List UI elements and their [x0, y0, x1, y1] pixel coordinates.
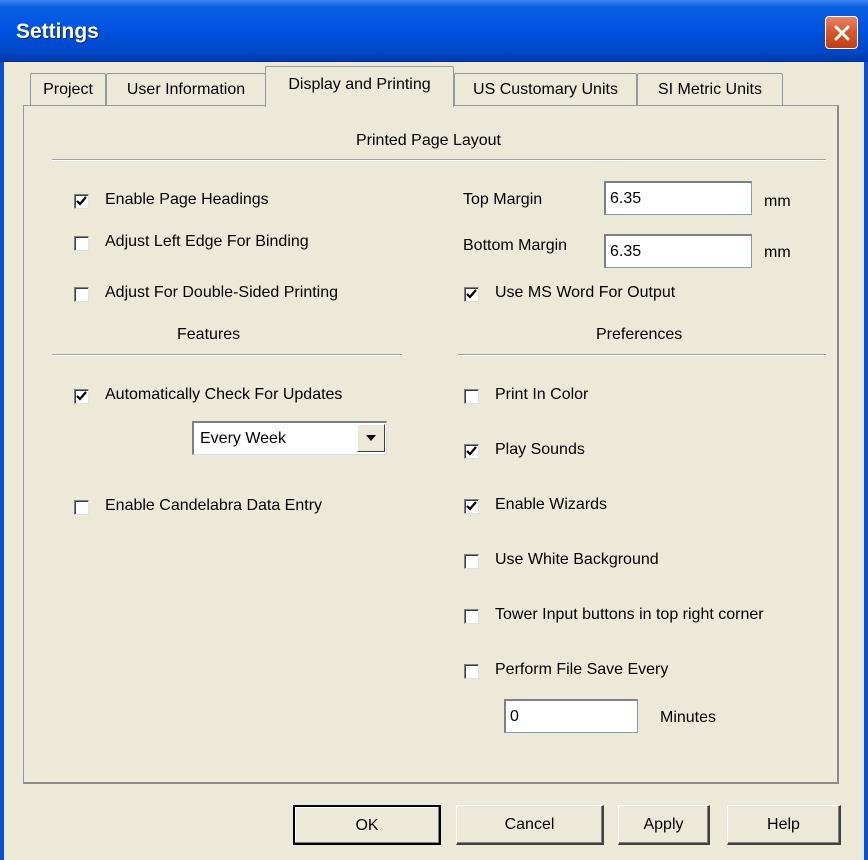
adjust-double-sided-checkbox[interactable] [74, 287, 89, 302]
play-sounds-label: Play Sounds [495, 441, 585, 458]
tab-user-information[interactable]: User Information [106, 73, 266, 106]
section-title-preferences: Preferences [596, 326, 683, 343]
tower-input-buttons-checkbox[interactable] [464, 609, 479, 624]
white-background-label: Use White Background [495, 551, 659, 568]
title-bar: Settings [0, 0, 868, 62]
cancel-button[interactable]: Cancel [456, 805, 604, 845]
window-frame-right [864, 62, 868, 860]
save-minutes-input[interactable]: 0 [504, 699, 638, 733]
dropdown-button[interactable] [357, 424, 385, 452]
check-mark-icon [466, 289, 477, 299]
separator [52, 354, 402, 356]
tab-us-customary-units[interactable]: US Customary Units [454, 73, 637, 106]
tab-label: User Information [126, 81, 246, 98]
tab-label: Project [43, 81, 93, 98]
tab-label: Display and Printing [288, 76, 431, 93]
top-margin-unit: mm [764, 193, 791, 210]
candelabra-entry-label: Enable Candelabra Data Entry [105, 497, 323, 514]
enable-page-headings-label: Enable Page Headings [105, 191, 269, 208]
ok-button[interactable]: OK [293, 805, 441, 845]
separator [458, 354, 826, 356]
print-in-color-checkbox[interactable] [464, 389, 479, 404]
tab-display-and-printing[interactable]: Display and Printing [265, 66, 454, 107]
enable-wizards-checkbox[interactable] [464, 499, 479, 514]
check-mark-icon [76, 391, 87, 401]
check-mark-icon [466, 501, 477, 511]
use-ms-word-checkbox[interactable] [464, 287, 479, 302]
adjust-double-sided-label: Adjust For Double-Sided Printing [105, 284, 339, 301]
candelabra-entry-checkbox[interactable] [74, 500, 89, 515]
update-frequency-select[interactable]: Every Week [192, 421, 387, 455]
section-title-printed-page-layout: Printed Page Layout [356, 132, 501, 149]
update-frequency-value: Every Week [200, 430, 286, 447]
check-mark-icon [76, 196, 87, 206]
bottom-margin-unit: mm [764, 244, 791, 261]
tab-label: SI Metric Units [657, 81, 762, 98]
close-button[interactable] [825, 16, 858, 49]
use-ms-word-label: Use MS Word For Output [495, 284, 676, 301]
check-mark-icon [466, 446, 477, 456]
white-background-checkbox[interactable] [464, 554, 479, 569]
close-icon [834, 25, 849, 40]
top-margin-input[interactable]: 6.35 [604, 181, 752, 215]
enable-page-headings-checkbox[interactable] [74, 194, 89, 209]
tab-si-metric-units[interactable]: SI Metric Units [637, 73, 783, 106]
window-title: Settings [16, 20, 99, 43]
bottom-margin-label: Bottom Margin [463, 237, 568, 254]
save-minutes-unit: Minutes [660, 709, 717, 726]
window-frame-left [0, 62, 4, 860]
tab-project[interactable]: Project [30, 73, 106, 106]
adjust-left-edge-checkbox[interactable] [74, 236, 89, 251]
auto-check-updates-label: Automatically Check For Updates [105, 386, 343, 403]
file-save-every-checkbox[interactable] [464, 664, 479, 679]
tab-panel-display-and-printing: Printed Page Layout Enable Page Headings… [23, 105, 839, 784]
top-margin-label: Top Margin [463, 191, 543, 208]
enable-wizards-label: Enable Wizards [495, 496, 608, 513]
play-sounds-checkbox[interactable] [464, 444, 479, 459]
print-in-color-label: Print In Color [495, 386, 589, 403]
chevron-down-icon [366, 435, 376, 441]
bottom-margin-input[interactable]: 6.35 [604, 234, 752, 268]
section-title-features: Features [177, 326, 241, 343]
tab-label: US Customary Units [473, 81, 618, 98]
file-save-every-label: Perform File Save Every [495, 661, 669, 678]
tower-input-buttons-label: Tower Input buttons in top right corner [495, 606, 764, 623]
auto-check-updates-checkbox[interactable] [74, 389, 89, 404]
apply-button[interactable]: Apply [618, 805, 710, 845]
adjust-left-edge-label: Adjust Left Edge For Binding [105, 233, 309, 250]
separator [52, 159, 826, 161]
help-button[interactable]: Help [727, 805, 841, 845]
